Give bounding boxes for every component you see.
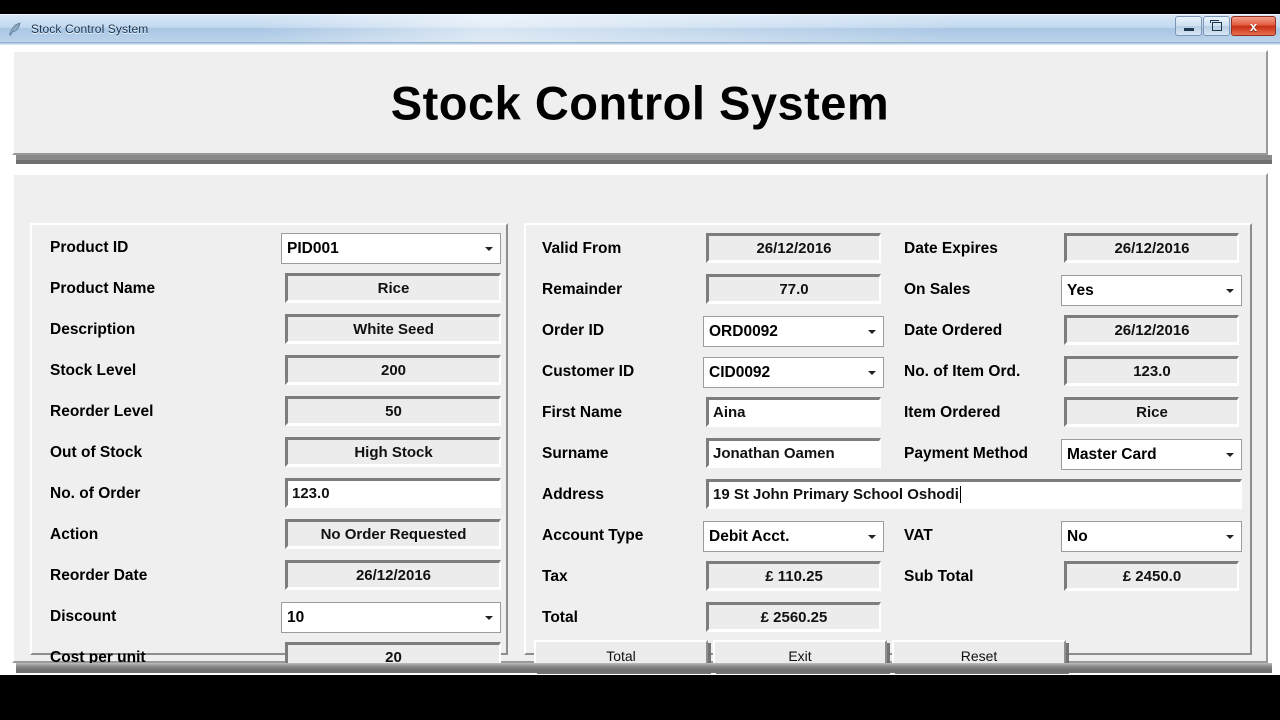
chevron-down-icon <box>868 329 876 334</box>
surname-input[interactable]: Jonathan Oamen <box>706 438 881 468</box>
tax-field: £ 110.25 <box>706 561 881 591</box>
first-name-input[interactable]: Aina <box>706 397 881 427</box>
vat-combo[interactable]: No <box>1061 521 1242 552</box>
minimize-button[interactable] <box>1175 16 1202 36</box>
label-first-name: First Name <box>542 404 623 421</box>
product-name-field: Rice <box>285 273 501 303</box>
item-ordered-field: Rice <box>1064 397 1239 427</box>
label-surname: Surname <box>542 445 609 462</box>
reorder-level-field: 50 <box>285 396 501 426</box>
reorder-date-field: 26/12/2016 <box>285 560 501 590</box>
stock-level-field: 200 <box>285 355 501 385</box>
label-on-sales: On Sales <box>904 281 971 298</box>
page-title: Stock Control System <box>390 76 890 129</box>
label-stock-level: Stock Level <box>50 362 137 379</box>
label-valid-from: Valid From <box>542 240 622 257</box>
close-icon: x <box>1249 18 1258 34</box>
label-date-ordered: Date Ordered <box>904 322 1003 339</box>
main-frame-shadow <box>16 663 1272 673</box>
product-id-combo[interactable]: PID001 <box>281 233 501 264</box>
valid-from-field: 26/12/2016 <box>706 233 881 263</box>
feather-quill-icon <box>7 21 23 37</box>
label-remainder: Remainder <box>542 281 623 298</box>
window-titlebar: Stock Control System x <box>0 14 1280 42</box>
label-date-expires: Date Expires <box>904 240 998 257</box>
order-details-panel: Valid From 26/12/2016 Remainder 77.0 Ord… <box>524 223 1252 671</box>
bottom-letterbox <box>0 675 1280 720</box>
order-id-combo[interactable]: ORD0092 <box>703 316 884 347</box>
label-reorder-level: Reorder Level <box>50 403 154 420</box>
label-vat: VAT <box>904 527 933 544</box>
on-sales-combo[interactable]: Yes <box>1061 275 1242 306</box>
label-description: Description <box>50 321 136 338</box>
text-caret <box>959 485 962 503</box>
label-reorder-date: Reorder Date <box>50 567 148 584</box>
payment-method-combo[interactable]: Master Card <box>1061 439 1242 470</box>
chevron-down-icon <box>485 246 493 251</box>
label-order-id: Order ID <box>542 322 605 339</box>
banner-shadow <box>16 155 1272 164</box>
chevron-down-icon <box>485 615 493 620</box>
label-discount: Discount <box>50 608 117 625</box>
label-address: Address <box>542 486 605 503</box>
label-product-id: Product ID <box>50 239 129 256</box>
address-input[interactable]: 19 St John Primary School Oshodi <box>706 479 1242 509</box>
window-controls: x <box>1175 16 1276 36</box>
label-tax: Tax <box>542 568 568 585</box>
chevron-down-icon <box>868 370 876 375</box>
label-action: Action <box>50 526 99 543</box>
sub-total-field: £ 2450.0 <box>1064 561 1239 591</box>
chevron-down-icon <box>1226 452 1234 457</box>
total-field: £ 2560.25 <box>706 602 881 632</box>
minimize-icon <box>1183 27 1194 31</box>
date-expires-field: 26/12/2016 <box>1064 233 1239 263</box>
customer-id-combo[interactable]: CID0092 <box>703 357 884 388</box>
banner-panel: Stock Control System <box>12 50 1268 155</box>
label-payment-method: Payment Method <box>904 445 1029 462</box>
window-title: Stock Control System <box>31 21 149 36</box>
no-of-order-input[interactable]: 123.0 <box>285 478 501 508</box>
label-out-of-stock: Out of Stock <box>50 444 143 461</box>
no-of-item-ordered-field: 123.0 <box>1064 356 1239 386</box>
chevron-down-icon <box>1226 534 1234 539</box>
out-of-stock-field: High Stock <box>285 437 501 467</box>
label-no-of-item-ordered: No. of Item Ord. <box>904 363 1021 380</box>
screen: Stock Control System x Stock Control Sys… <box>0 0 1280 720</box>
chevron-down-icon <box>868 534 876 539</box>
description-field: White Seed <box>285 314 501 344</box>
date-ordered-field: 26/12/2016 <box>1064 315 1239 345</box>
main-content-frame: Product ID PID001 Product Name Rice Desc… <box>12 173 1268 672</box>
label-account-type: Account Type <box>542 527 644 544</box>
action-field: No Order Requested <box>285 519 501 549</box>
remainder-field: 77.0 <box>706 274 881 304</box>
chevron-down-icon <box>1226 288 1234 293</box>
maximize-icon <box>1209 19 1222 31</box>
label-total: Total <box>542 609 578 626</box>
discount-combo[interactable]: 10 <box>281 602 501 633</box>
close-button[interactable]: x <box>1231 16 1276 36</box>
label-item-ordered: Item Ordered <box>904 404 1001 421</box>
label-customer-id: Customer ID <box>542 363 635 380</box>
label-no-of-order: No. of Order <box>50 485 141 502</box>
account-type-combo[interactable]: Debit Acct. <box>703 521 884 552</box>
label-product-name: Product Name <box>50 280 156 297</box>
product-details-panel: Product ID PID001 Product Name Rice Desc… <box>30 223 508 672</box>
label-sub-total: Sub Total <box>904 568 974 585</box>
maximize-button[interactable] <box>1203 16 1230 36</box>
application-canvas: Stock Control System Product ID PID001 P… <box>0 45 1280 675</box>
